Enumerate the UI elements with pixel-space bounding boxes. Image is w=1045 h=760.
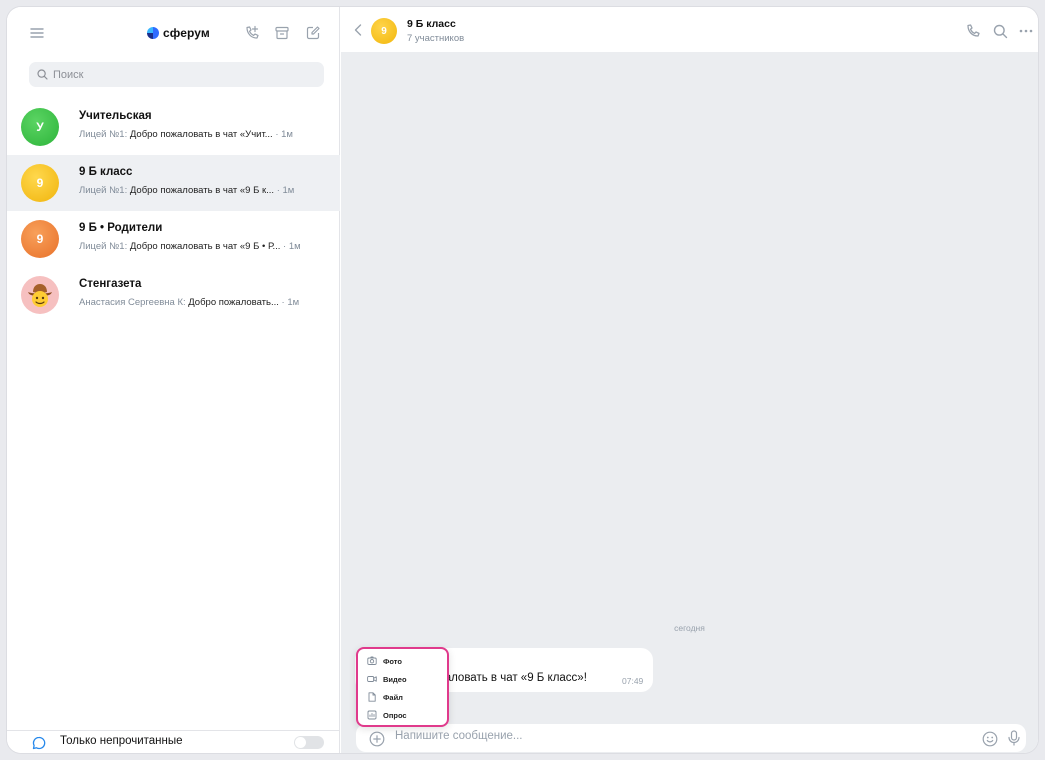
preview-message: Добро пожаловать... [188,297,279,308]
preview-sender: Анастасия Сергеевна К: [79,297,186,308]
date-separator: сегодня [674,623,705,633]
brand-name: сферум [163,26,210,40]
toggle-knob [295,737,306,748]
phone-icon[interactable] [964,22,982,40]
more-icon[interactable] [1018,22,1034,40]
sidebar-footer: Только непрочитанные [7,730,340,753]
chat-list: У Учительская Лицей №1: Добро пожаловать… [7,99,340,323]
preview-time: · 1м [281,297,300,308]
preview-message: Добро пожаловать в чат «Учит... [129,129,273,140]
chat-name: 9 Б класс [79,166,133,178]
preview-message: Добро пожаловать в чат «9 Б • Р... [129,241,281,252]
avatar: 9 [21,220,59,258]
poll-icon [367,710,377,720]
camera-icon [367,656,377,665]
menu-icon[interactable] [29,25,45,41]
attach-file-label: Файл [383,692,403,702]
attach-video[interactable]: Видео [367,671,407,687]
app-window: сферум У Учительская Лицей №1: Добро пож… [7,7,1038,753]
chat-preview: Анастасия Сергеевна К: Добро пожаловать.… [79,296,331,310]
search-icon [37,69,48,80]
archive-icon[interactable] [273,24,291,42]
attach-plus-icon[interactable] [368,730,385,747]
attach-poll-label: Опрос [383,710,407,720]
message-time: 07:49 [622,676,644,686]
search-bar[interactable] [29,62,324,87]
avatar-letter: 9 [36,176,44,190]
preview-time: · 1м [276,185,295,196]
avatar-letter: 9 [381,25,387,37]
message-text: жаловать в чат «9 Б класс»! [437,672,587,684]
search-input[interactable] [53,68,293,81]
chat-name: 9 Б • Родители [79,222,163,234]
chat-header: 9 9 Б класс 7 участников [341,7,1038,52]
avatar-letter: 9 [36,232,44,246]
attach-photo[interactable]: Фото [367,653,402,669]
chat-name: Учительская [79,110,152,122]
emoji-icon[interactable] [981,730,998,747]
attach-menu: Фото Видео Файл Опрос [356,647,449,727]
avatar: 9 [21,164,59,202]
chat-item-teachers[interactable]: У Учительская Лицей №1: Добро пожаловать… [7,99,340,155]
brand-logo: сферум [147,26,210,40]
chat-item-newspaper[interactable]: Стенгазета Анастасия Сергеевна К: Добро … [7,267,340,323]
message-input[interactable] [395,730,955,742]
avatar [21,276,59,314]
attach-file[interactable]: Файл [367,689,403,705]
sferum-logo-icon [147,27,159,39]
preview-sender: Лицей №1: [79,241,128,252]
chat-preview: Лицей №1: Добро пожаловать в чат «9 Б • … [79,240,331,254]
sidebar: сферум У Учительская Лицей №1: Добро пож… [7,7,340,753]
avatar-letter: У [36,120,44,134]
chat-avatar[interactable]: 9 [371,18,397,44]
chat-preview: Лицей №1: Добро пожаловать в чат «Учит..… [79,128,331,142]
preview-sender: Лицей №1: [79,185,128,196]
file-icon [368,692,376,702]
chat-area: 9 9 Б класс 7 участников сегодня жаловат… [341,7,1038,753]
unread-only-toggle[interactable] [294,736,324,749]
chat-title[interactable]: 9 Б класс [407,18,456,30]
unread-filter-icon [31,735,47,751]
avatar: У [21,108,59,146]
chat-members-count[interactable]: 7 участников [407,33,464,44]
chat-name: Стенгазета [79,278,142,290]
preview-message: Добро пожаловать в чат «9 Б к... [129,185,275,196]
preview-time: · 1м [275,129,293,140]
message-composer [356,724,1026,752]
back-chevron-icon[interactable] [351,23,365,37]
chat-preview: Лицей №1: Добро пожаловать в чат «9 Б к.… [79,184,331,198]
add-call-icon[interactable] [243,24,261,42]
sidebar-header: сферум [7,7,340,59]
compose-icon[interactable] [304,24,322,42]
chat-item-9b-class[interactable]: 9 9 Б класс Лицей №1: Добро пожаловать в… [7,155,340,211]
preview-sender: Лицей №1: [79,129,128,140]
chat-item-9b-parents[interactable]: 9 9 Б • Родители Лицей №1: Добро пожалов… [7,211,340,267]
preview-time: · 1м [283,241,301,252]
unread-only-label: Только непрочитанные [60,735,183,747]
attach-video-label: Видео [383,674,407,684]
video-icon [367,676,377,682]
microphone-icon[interactable] [1006,729,1022,747]
attach-photo-label: Фото [383,656,402,666]
search-icon[interactable] [991,22,1009,40]
attach-poll[interactable]: Опрос [367,707,407,723]
cowboy-emoji-icon [28,284,52,307]
